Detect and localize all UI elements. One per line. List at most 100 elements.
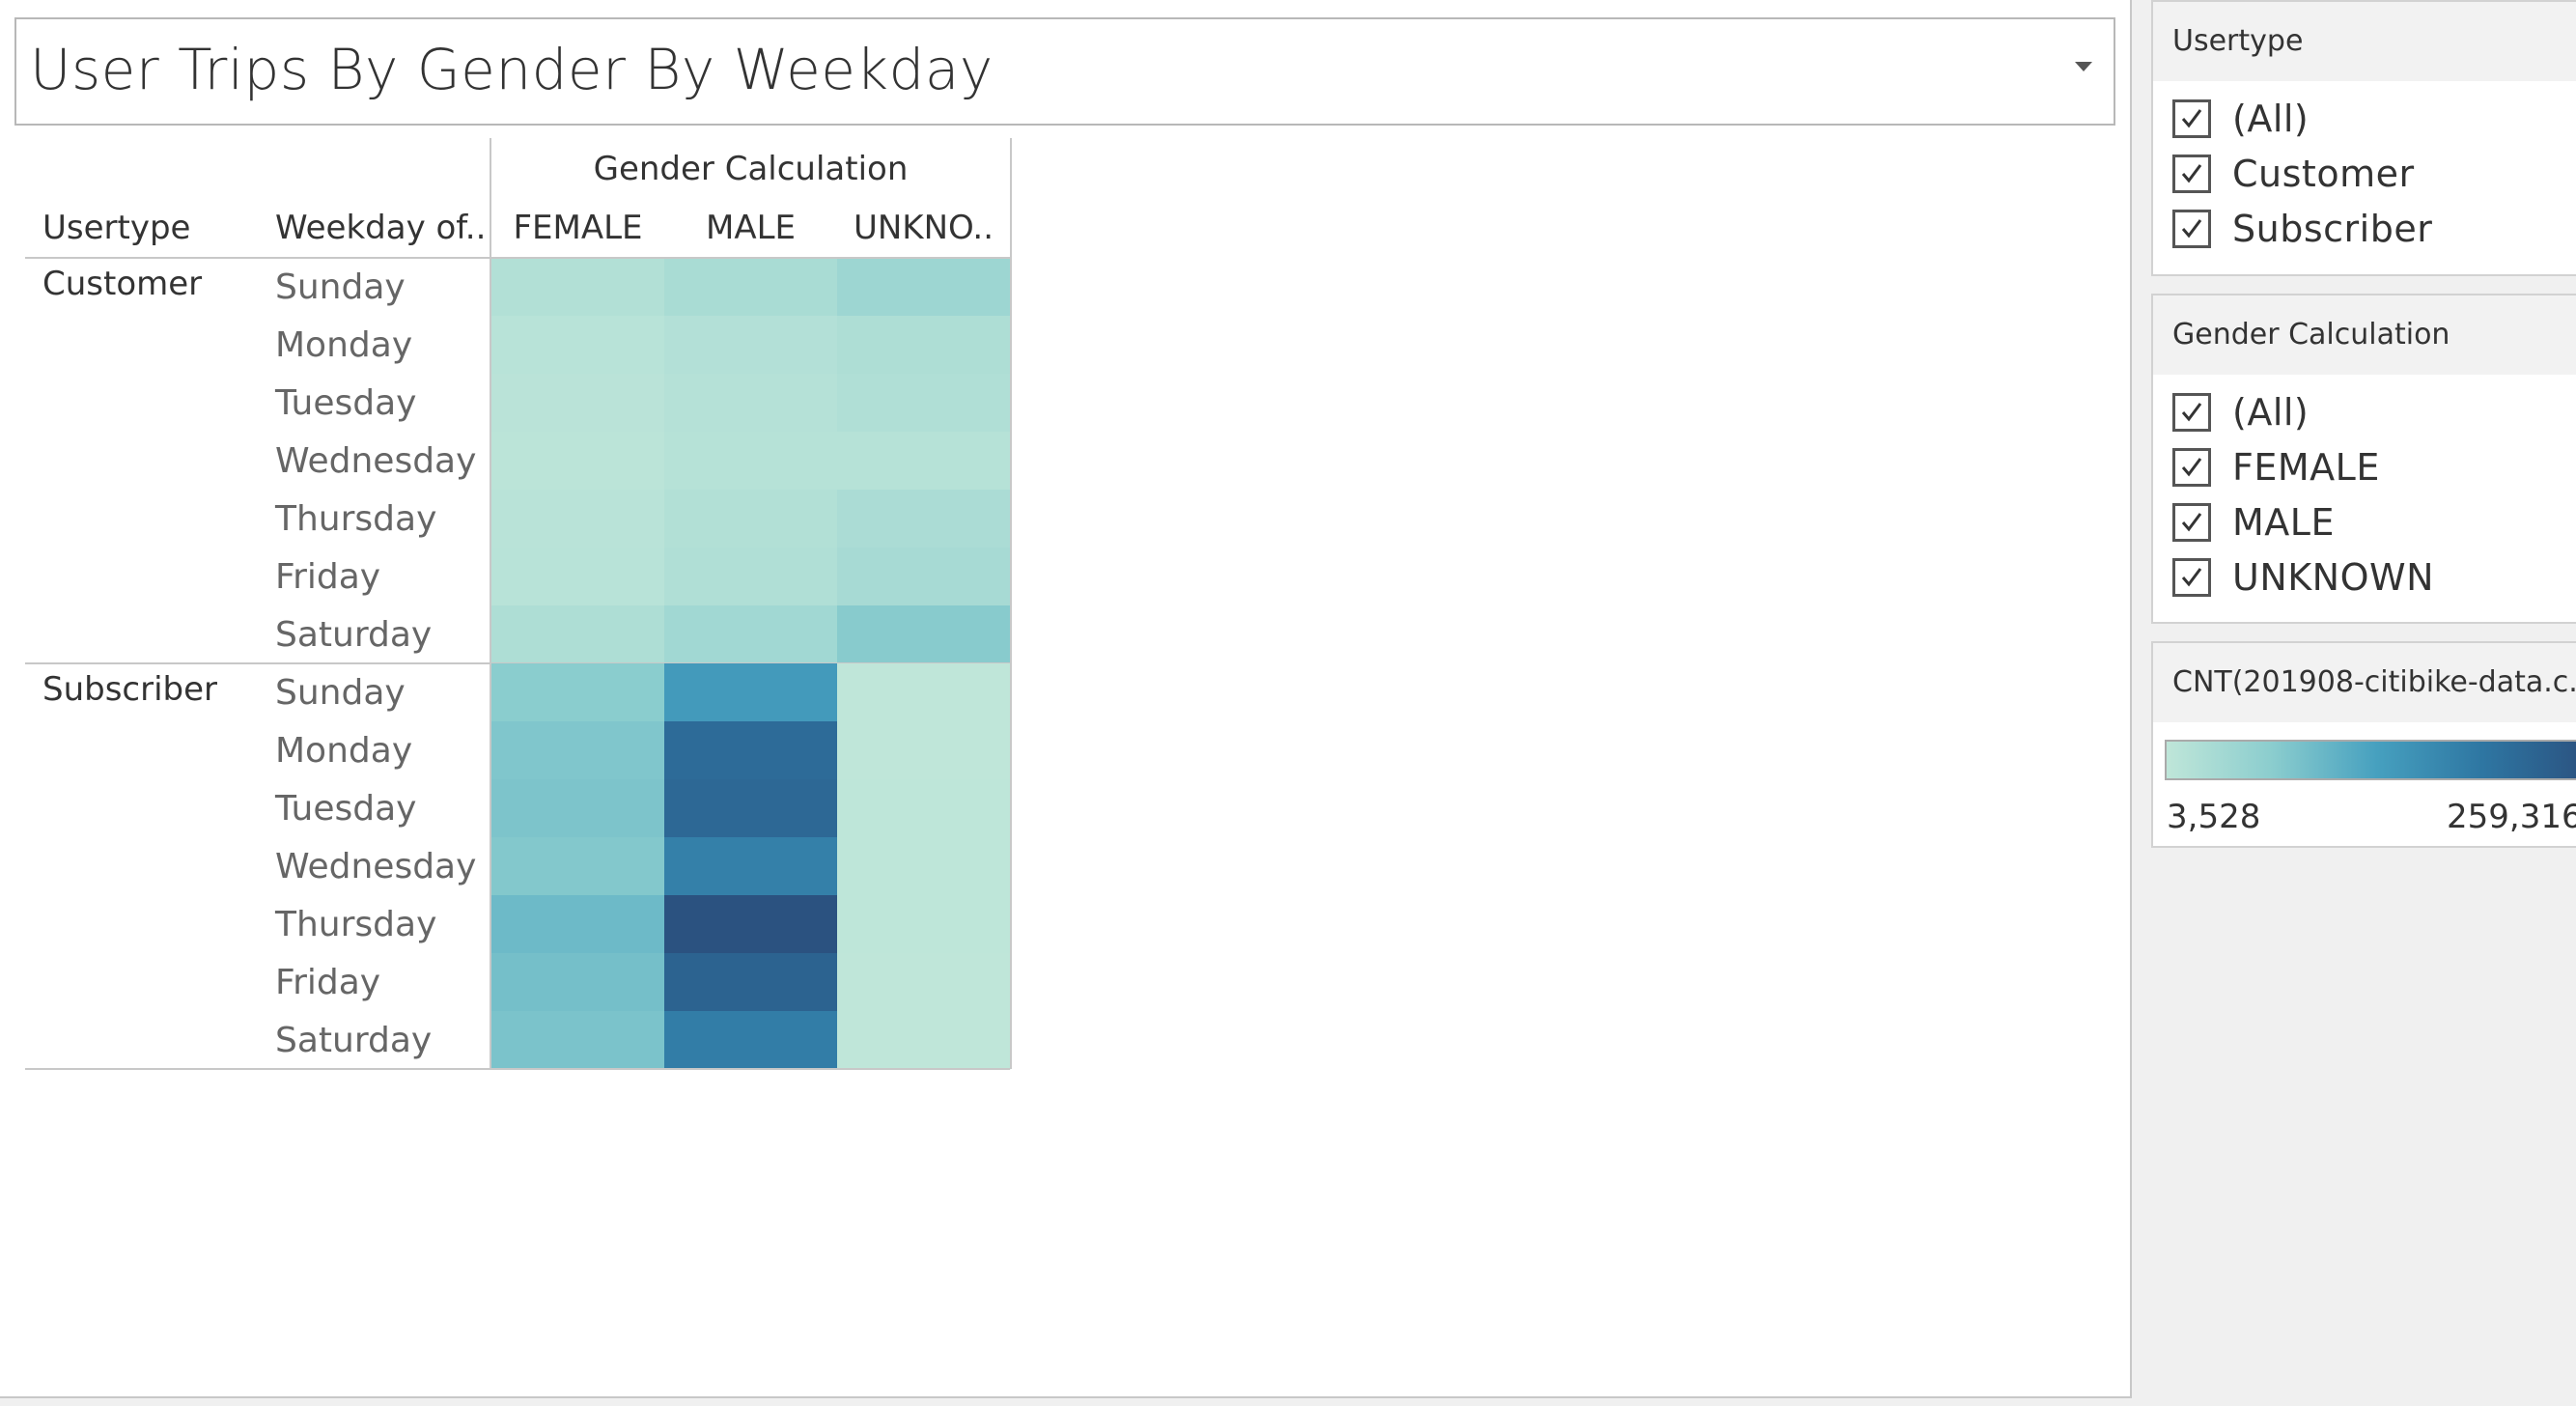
color-legend-title: CNT(201908-citibike-data.c...: [2153, 643, 2576, 722]
checkmark-icon: [2181, 512, 2202, 531]
heatmap-cell: [837, 953, 1011, 1012]
row-header-usertype: Usertype: [42, 209, 190, 247]
color-gradient-bar: [2165, 740, 2576, 780]
heatmap-cell: [491, 316, 665, 375]
gender-filter-item[interactable]: UNKNOWN: [2153, 549, 2576, 605]
checkmark-icon: [2181, 402, 2202, 421]
weekday-label: Friday: [275, 963, 380, 1002]
heatmap-cell: [491, 779, 665, 838]
usertype-filter-list: (All) Customer Subscriber: [2153, 81, 2576, 256]
heatmap-cell: [837, 663, 1011, 722]
gender-filter-item[interactable]: FEMALE: [2153, 439, 2576, 494]
gender-filter-label: FEMALE: [2232, 445, 2380, 489]
weekday-label: Saturday: [275, 615, 432, 655]
column-header: MALE: [706, 209, 796, 247]
heatmap-cell: [491, 1011, 665, 1070]
dropdown-arrow-icon[interactable]: [2075, 62, 2092, 71]
heatmap-cell: [664, 432, 838, 491]
heatmap-cell: [664, 605, 838, 664]
checkbox[interactable]: [2172, 557, 2211, 597]
heatmap-cell: [491, 895, 665, 954]
heatmap-cell: [491, 837, 665, 896]
usertype-filter-item[interactable]: (All): [2153, 91, 2576, 146]
heatmap-cell: [837, 895, 1011, 954]
heatmap-cell: [491, 953, 665, 1012]
weekday-label: Sunday: [275, 267, 406, 307]
usertype-filter-label: Customer: [2232, 152, 2415, 195]
checkbox[interactable]: [2172, 447, 2211, 487]
heatmap-cell: [664, 721, 838, 780]
gender-filter-list: (All) FEMALE MALE UNKNOWN: [2153, 375, 2576, 605]
checkbox[interactable]: [2172, 392, 2211, 432]
usertype-filter-item[interactable]: Customer: [2153, 146, 2576, 201]
gender-filter-title: Gender Calculation: [2153, 295, 2576, 375]
heatmap-cell: [837, 721, 1011, 780]
heatmap-cell: [664, 663, 838, 722]
gender-filter-label: (All): [2232, 390, 2310, 434]
heatmap-cell: [837, 316, 1011, 375]
weekday-label: Wednesday: [275, 847, 476, 886]
column-group-label: Gender Calculation: [594, 150, 909, 188]
heatmap-cell: [664, 374, 838, 433]
heatmap-cell: [837, 374, 1011, 433]
usertype-filter-label: (All): [2232, 97, 2310, 140]
checkbox[interactable]: [2172, 154, 2211, 193]
usertype-filter-item[interactable]: Subscriber: [2153, 201, 2576, 256]
heatmap-cell: [837, 1011, 1011, 1070]
heatmap-cell: [491, 548, 665, 606]
usertype-filter-card: Usertype (All) Customer Subscriber: [2151, 0, 2576, 276]
heatmap-cell: [664, 490, 838, 548]
weekday-label: Monday: [275, 325, 412, 365]
checkbox[interactable]: [2172, 502, 2211, 542]
checkmark-icon: [2181, 567, 2202, 586]
heatmap-cell: [837, 490, 1011, 548]
checkbox[interactable]: [2172, 98, 2211, 138]
heatmap-cell: [664, 548, 838, 606]
gender-filter-label: MALE: [2232, 500, 2335, 544]
heatmap-cell: [664, 953, 838, 1012]
weekday-label: Tuesday: [274, 383, 416, 423]
heatmap-cell: [837, 605, 1011, 664]
gender-filter-item[interactable]: MALE: [2153, 494, 2576, 549]
heatmap-cell: [664, 1011, 838, 1070]
gender-filter-card: Gender Calculation (All) FEMALE MALE UNKNOW…: [2151, 294, 2576, 624]
heatmap-cell: [837, 432, 1011, 491]
checkmark-icon: [2181, 163, 2202, 183]
weekday-label: Monday: [275, 731, 412, 771]
heatmap-cell: [837, 837, 1011, 896]
usertype-filter-title: Usertype: [2153, 2, 2576, 81]
heatmap-cell: [491, 721, 665, 780]
weekday-label: Friday: [275, 557, 380, 597]
legend-max-label: 259,316: [2447, 798, 2576, 836]
heatmap-cell: [491, 605, 665, 664]
column-header: FEMALE: [513, 209, 642, 247]
checkmark-icon: [2181, 457, 2202, 476]
column-header: UNKNO..: [854, 209, 994, 247]
heatmap-cell: [837, 548, 1011, 606]
checkbox[interactable]: [2172, 209, 2211, 248]
gender-filter-item[interactable]: (All): [2153, 384, 2576, 439]
heatmap-cell: [491, 490, 665, 548]
weekday-label: Thursday: [274, 905, 436, 944]
weekday-label: Thursday: [274, 499, 436, 539]
usertype-label: Customer: [42, 265, 202, 303]
usertype-filter-label: Subscriber: [2232, 207, 2433, 250]
heatmap-cell: [664, 837, 838, 896]
heatmap-cell: [491, 374, 665, 433]
heatmap-cell: [837, 779, 1011, 838]
weekday-label: Wednesday: [275, 441, 476, 481]
checkmark-icon: [2181, 218, 2202, 238]
heatmap-cell: [491, 258, 665, 317]
color-legend-card: CNT(201908-citibike-data.c... 3,528 259,…: [2151, 641, 2576, 848]
heatmap-cell: [837, 258, 1011, 317]
gender-filter-label: UNKNOWN: [2232, 555, 2434, 599]
weekday-label: Tuesday: [274, 789, 416, 829]
heatmap-chart: Gender Calculation FEMALE MALE UNKNO.. Usert…: [25, 138, 1012, 1070]
heatmap-cell: [664, 895, 838, 954]
weekday-label: Sunday: [275, 673, 406, 713]
heatmap-cell: [664, 779, 838, 838]
checkmark-icon: [2181, 108, 2202, 127]
legend-min-label: 3,528: [2167, 798, 2261, 836]
worksheet-area: User Trips By Gender By Weekday Gender C…: [0, 0, 2132, 1398]
row-header-weekday: Weekday of..: [275, 209, 486, 247]
